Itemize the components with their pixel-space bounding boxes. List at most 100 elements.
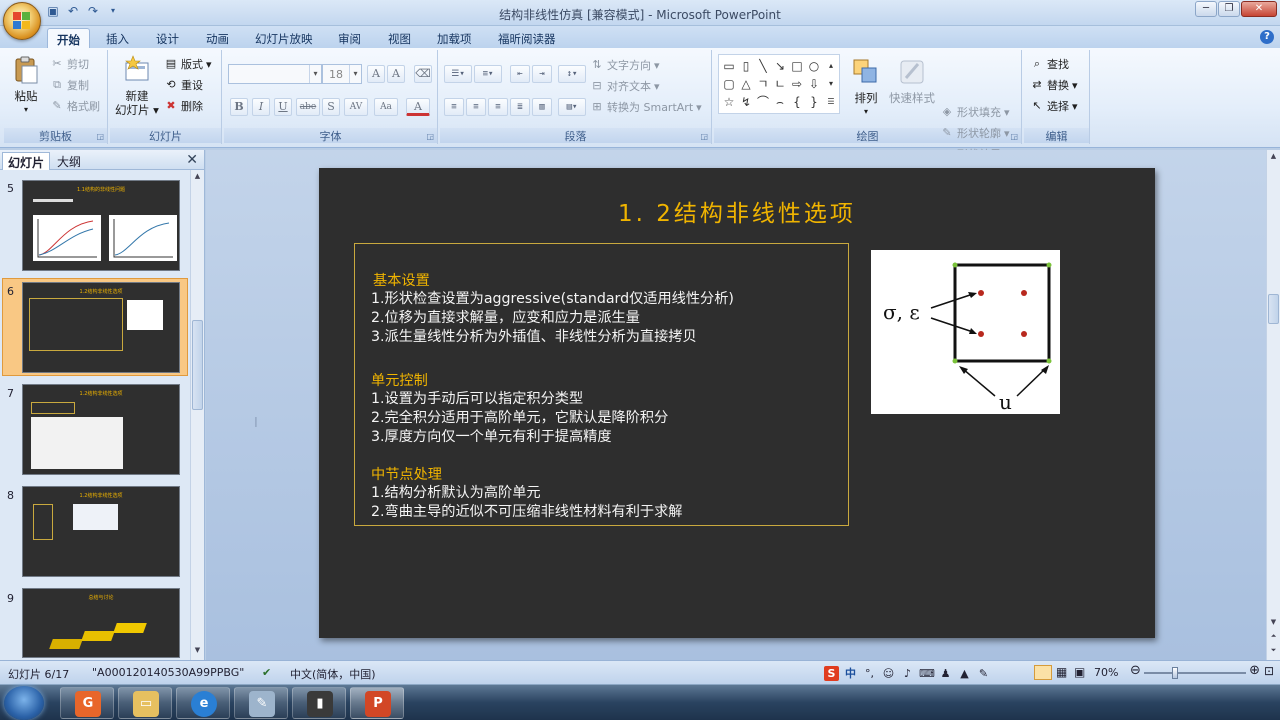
curve-shape-icon[interactable]: ↯: [738, 93, 754, 111]
previous-slide-icon[interactable]: ⏶: [1268, 632, 1279, 644]
shape-outline-button[interactable]: ✎ 形状轮廓 ▾: [940, 125, 1009, 141]
tab-view[interactable]: 视图: [379, 28, 420, 48]
dialog-launcher-icon[interactable]: ◲: [426, 132, 434, 141]
tab-review[interactable]: 审阅: [329, 28, 370, 48]
element-figure[interactable]: σ, ε u: [871, 250, 1060, 414]
gallery-up-icon[interactable]: ▴: [823, 57, 839, 75]
tab-insert[interactable]: 插入: [97, 28, 138, 48]
wave-shape-icon[interactable]: ⌢: [772, 93, 788, 111]
decrease-indent-button[interactable]: ⇤: [510, 65, 530, 83]
vtextbox-shape-icon[interactable]: ▯: [738, 57, 754, 75]
align-center-button[interactable]: ≡: [466, 98, 486, 116]
star-shape-icon[interactable]: ☆: [721, 93, 737, 111]
align-right-button[interactable]: ≡: [488, 98, 508, 116]
right-arrow-shape-icon[interactable]: ⇨: [789, 75, 805, 93]
taskbar-foxit-pdf[interactable]: G: [60, 687, 114, 719]
rect-shape-icon[interactable]: □: [789, 57, 805, 75]
delete-slide-button[interactable]: ✖ 删除: [164, 98, 203, 114]
taskbar-powerpoint[interactable]: P: [350, 687, 404, 719]
zoom-knob[interactable]: [1172, 667, 1178, 679]
increase-indent-button[interactable]: ⇥: [532, 65, 552, 83]
close-pane-icon[interactable]: ✕: [186, 152, 198, 168]
help-icon[interactable]: ?: [1260, 30, 1274, 44]
font-name-combo[interactable]: ▾: [228, 64, 322, 84]
scroll-thumb[interactable]: [192, 320, 203, 410]
tab-slides[interactable]: 幻灯片: [2, 152, 51, 170]
columns-button[interactable]: ▤▾: [558, 98, 586, 116]
minimize-icon[interactable]: ─: [1195, 1, 1217, 17]
textbox-shape-icon[interactable]: ▭: [721, 57, 737, 75]
layout-button[interactable]: ▤ 版式 ▾: [164, 56, 212, 72]
distributed-button[interactable]: ▥: [532, 98, 552, 116]
scroll-down-icon[interactable]: ▼: [1268, 618, 1279, 630]
grow-font-button[interactable]: A: [367, 65, 385, 83]
zoom-out-icon[interactable]: ⊖: [1130, 663, 1141, 678]
replace-button[interactable]: ⇄ 替换 ▾: [1030, 77, 1077, 93]
align-text-button[interactable]: ⊟ 对齐文本 ▾: [590, 78, 659, 94]
arc-shape-icon[interactable]: ⌒: [755, 93, 771, 111]
select-button[interactable]: ↖ 选择 ▾: [1030, 98, 1077, 114]
oval-shape-icon[interactable]: ○: [806, 57, 822, 75]
tab-slideshow[interactable]: 幻灯片放映: [246, 28, 322, 48]
convert-smartart-button[interactable]: ⊞ 转换为 SmartArt ▾: [590, 99, 701, 115]
start-button-icon[interactable]: [4, 686, 44, 720]
taskbar-paint[interactable]: ✎: [234, 687, 288, 719]
gallery-down-icon[interactable]: ▾: [823, 75, 839, 93]
scroll-thumb[interactable]: [1268, 294, 1279, 324]
zoom-slider[interactable]: ⊖ ⊕: [1130, 663, 1260, 679]
arrange-button[interactable]: 排列 ▾: [846, 56, 886, 119]
shrink-font-button[interactable]: A: [387, 65, 405, 83]
scroll-up-icon[interactable]: ▲: [192, 172, 203, 184]
slide-thumbnail-8[interactable]: 1.2结构非线性选项: [22, 486, 180, 577]
fit-window-icon[interactable]: ⊡: [1264, 664, 1274, 678]
slide-scrollbar[interactable]: ▲ ▼ ⏶ ⏷: [1266, 150, 1280, 660]
justify-button[interactable]: ≣: [510, 98, 530, 116]
shapes-gallery[interactable]: ▭ ▯ ╲ ↘ □ ○ ▴ ▢ △ ㄱㄴ ⇨ ⇩ ▾ ☆ ↯ ⌒ ⌢{} ☰: [718, 54, 840, 114]
normal-view-icon[interactable]: [1034, 665, 1052, 680]
scroll-up-icon[interactable]: ▲: [1268, 152, 1279, 164]
zoom-level[interactable]: 70%: [1094, 666, 1118, 679]
tab-outline[interactable]: 大纲: [52, 152, 86, 170]
down-arrow-shape-icon[interactable]: ⇩: [806, 75, 822, 93]
tab-home[interactable]: 开始: [47, 28, 90, 48]
italic-button[interactable]: I: [252, 98, 270, 116]
copy-button[interactable]: ⧉ 复制: [50, 77, 89, 93]
clear-format-icon[interactable]: ⌫: [414, 65, 432, 83]
settings-wrench-icon[interactable]: ✎: [976, 666, 991, 681]
underline-button[interactable]: U: [274, 98, 292, 116]
numbering-button[interactable]: ≡▾: [474, 65, 502, 83]
dialog-launcher-icon[interactable]: ◲: [700, 132, 708, 141]
next-slide-icon[interactable]: ⏷: [1268, 646, 1279, 658]
new-slide-button[interactable]: 新建 幻灯片 ▾: [114, 54, 160, 117]
line-shape-icon[interactable]: ╲: [755, 57, 771, 75]
paste-button[interactable]: 粘贴 ▾: [10, 54, 42, 117]
user-icon[interactable]: ♟: [938, 666, 953, 681]
line-spacing-button[interactable]: ↕▾: [558, 65, 586, 83]
slide-thumbnail-7[interactable]: 1.2结构非线性选项: [22, 384, 180, 475]
close-icon[interactable]: ✕: [1241, 1, 1277, 17]
scroll-down-icon[interactable]: ▼: [192, 646, 203, 658]
sogou-ime-icon[interactable]: S: [824, 665, 839, 681]
find-button[interactable]: ⌕ 查找: [1030, 56, 1069, 72]
bullets-button[interactable]: ☰▾: [444, 65, 472, 83]
slide-title[interactable]: 1. 2结构非线性选项: [319, 194, 1155, 228]
triangle-shape-icon[interactable]: △: [738, 75, 754, 93]
taskbar-media[interactable]: ▮: [292, 687, 346, 719]
bold-button[interactable]: B: [230, 98, 248, 116]
taskbar-file-explorer[interactable]: ▭: [118, 687, 172, 719]
brace-right-shape-icon[interactable]: }: [806, 93, 822, 111]
spellcheck-icon[interactable]: ✔: [262, 666, 271, 679]
gallery-more-icon[interactable]: ☰: [823, 93, 839, 111]
punctuation-icon[interactable]: °,: [862, 666, 877, 681]
dialog-launcher-icon[interactable]: ◲: [1010, 132, 1018, 141]
shape-fill-button[interactable]: ◈ 形状填充 ▾: [940, 104, 1010, 120]
tab-design[interactable]: 设计: [147, 28, 188, 48]
emoji-icon[interactable]: ☺: [881, 666, 896, 681]
taskbar-internet-explorer[interactable]: e: [176, 687, 230, 719]
restore-icon[interactable]: ❐: [1218, 1, 1240, 17]
slide-thumbnail-9[interactable]: 总结与讨论: [22, 588, 180, 658]
cut-button[interactable]: ✂ 剪切: [50, 56, 89, 72]
office-button[interactable]: [3, 2, 41, 40]
slideshow-view-icon[interactable]: ▣: [1074, 665, 1085, 679]
elbow2-shape-icon[interactable]: ㄴ: [772, 75, 788, 93]
